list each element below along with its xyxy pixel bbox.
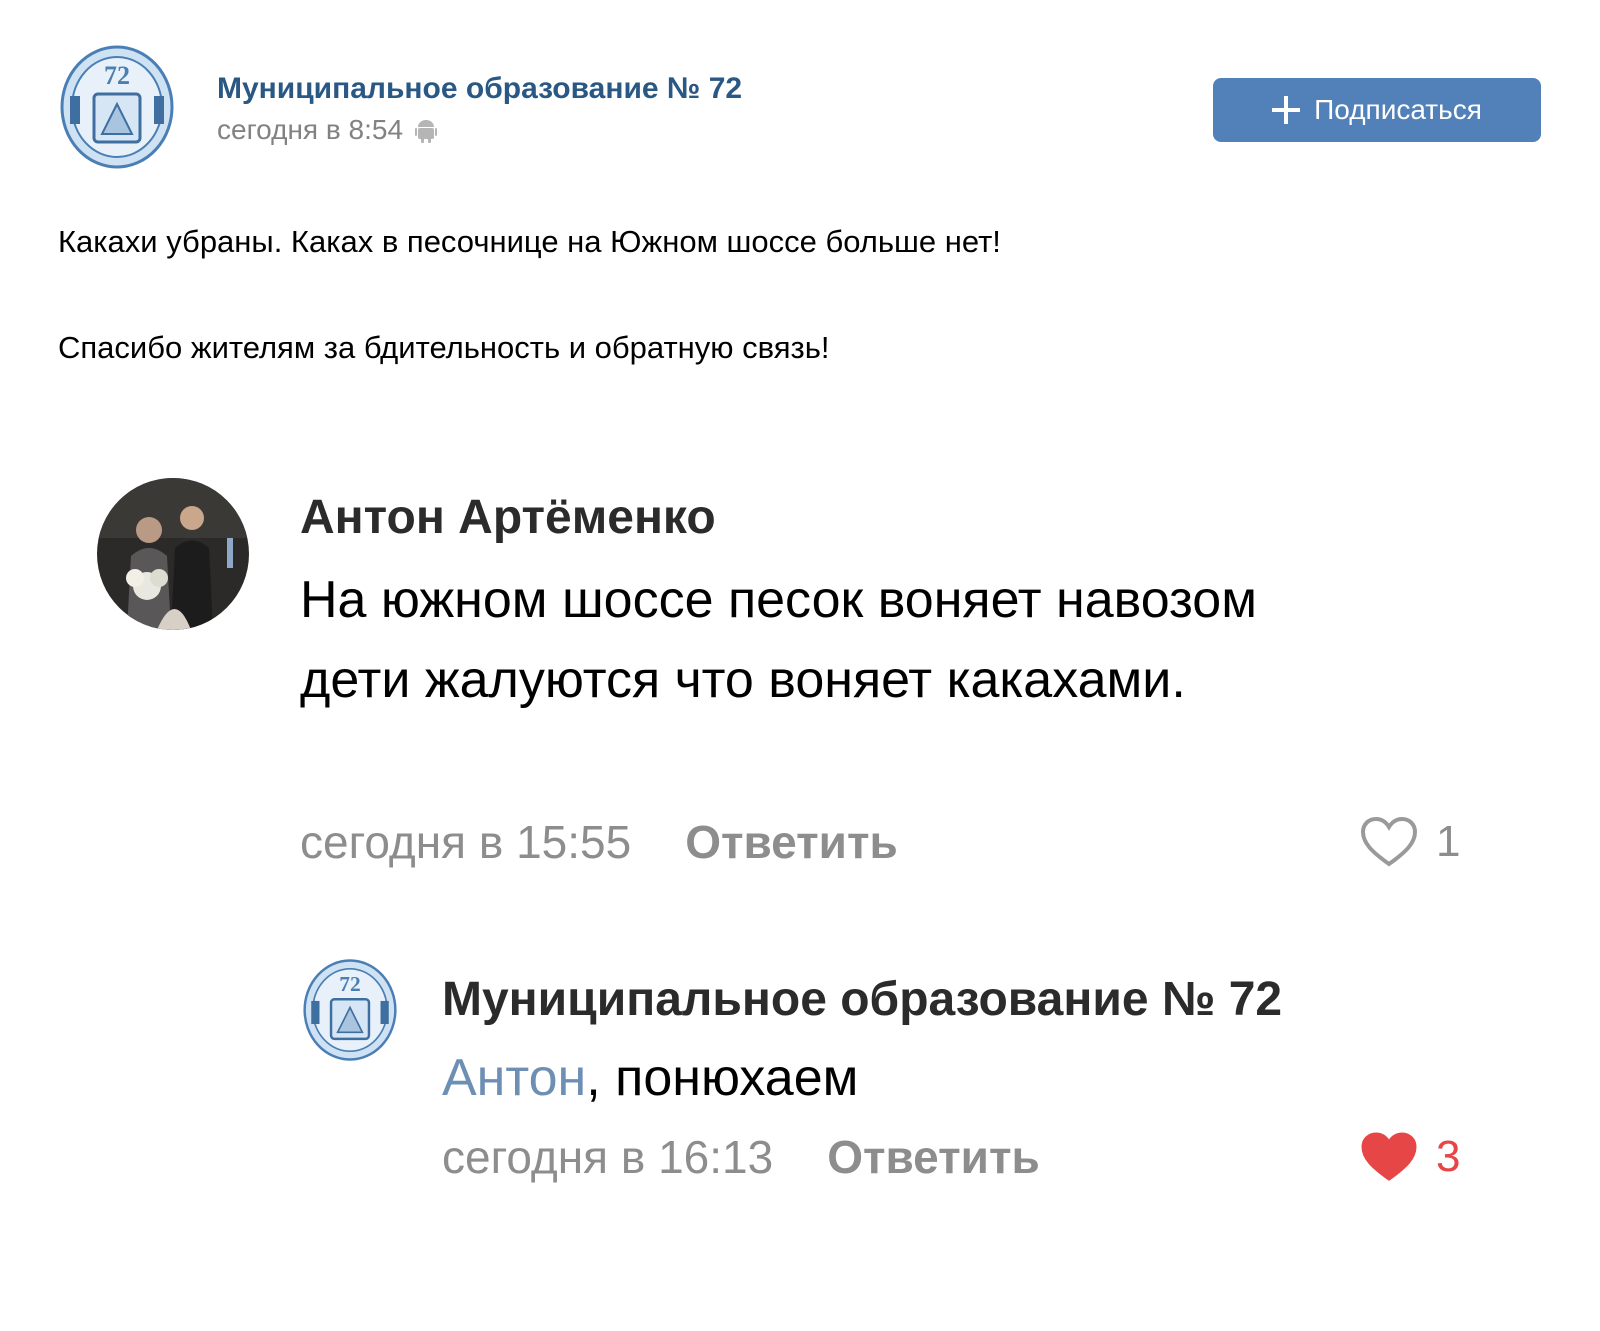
comment-text: Антон, понюхаем xyxy=(442,1046,858,1110)
like-button[interactable]: 3 xyxy=(1360,1130,1460,1184)
subscribe-button[interactable]: Подписаться xyxy=(1213,78,1541,142)
post-text-line: Спасибо жителям за бдительность и обратн… xyxy=(58,330,830,365)
comment-text-body: , понюхаем xyxy=(586,1049,859,1107)
group-avatar[interactable]: 72 xyxy=(303,958,397,1062)
plus-icon xyxy=(1272,96,1301,124)
comment-text: На южном шоссе песок воняет навозом дети… xyxy=(300,571,1257,709)
comment-footer: сегодня в 16:13 Ответить xyxy=(442,1130,1040,1184)
post-text: Какахи убраны. Каках в песочнице на Южно… xyxy=(58,222,1538,368)
post-header: 72 Муниципальное образование № 72 сегодн… xyxy=(60,44,1541,174)
subscribe-label: Подписаться xyxy=(1314,94,1482,125)
mention-link[interactable]: Антон xyxy=(442,1049,586,1107)
reply-button[interactable]: Ответить xyxy=(685,815,898,869)
comments-section: Антон Артёменко На южном шоссе песок вон… xyxy=(0,440,1600,1300)
reply-button[interactable]: Ответить xyxy=(827,1130,1040,1184)
group-emblem-icon: 72 xyxy=(60,45,174,169)
group-name-link[interactable]: Муниципальное образование № 72 xyxy=(217,72,742,106)
android-icon xyxy=(415,117,438,143)
comment-time[interactable]: сегодня в 15:55 xyxy=(300,815,631,869)
heart-filled-icon xyxy=(1361,1132,1417,1181)
like-count: 3 xyxy=(1436,1132,1461,1181)
comment-author[interactable]: Муниципальное образование № 72 xyxy=(442,972,1282,1028)
comment-reply: 72 Муниципальное образование № 72 Антон,… xyxy=(0,950,1600,1250)
group-avatar[interactable]: 72 xyxy=(60,44,174,170)
header-meta: Муниципальное образование № 72 сегодня в… xyxy=(217,72,742,146)
svg-text:72: 72 xyxy=(339,972,360,996)
group-emblem-icon: 72 xyxy=(303,959,397,1061)
like-count: 1 xyxy=(1436,817,1461,866)
comment: Антон Артёменко На южном шоссе песок вон… xyxy=(0,440,1600,880)
post-time-row: сегодня в 8:54 xyxy=(217,114,742,146)
post-text-line: Какахи убраны. Каках в песочнице на Южно… xyxy=(58,224,1001,259)
like-button[interactable]: 1 xyxy=(1360,815,1460,869)
comment-footer: сегодня в 15:55 Ответить xyxy=(300,815,898,869)
svg-text:72: 72 xyxy=(104,61,130,90)
comment-author[interactable]: Антон Артёменко xyxy=(300,490,716,546)
user-photo-icon xyxy=(97,478,249,630)
heart-outline-icon xyxy=(1360,816,1418,867)
comment-time[interactable]: сегодня в 16:13 xyxy=(442,1130,773,1184)
post-time[interactable]: сегодня в 8:54 xyxy=(217,114,403,146)
user-avatar[interactable] xyxy=(97,478,249,630)
